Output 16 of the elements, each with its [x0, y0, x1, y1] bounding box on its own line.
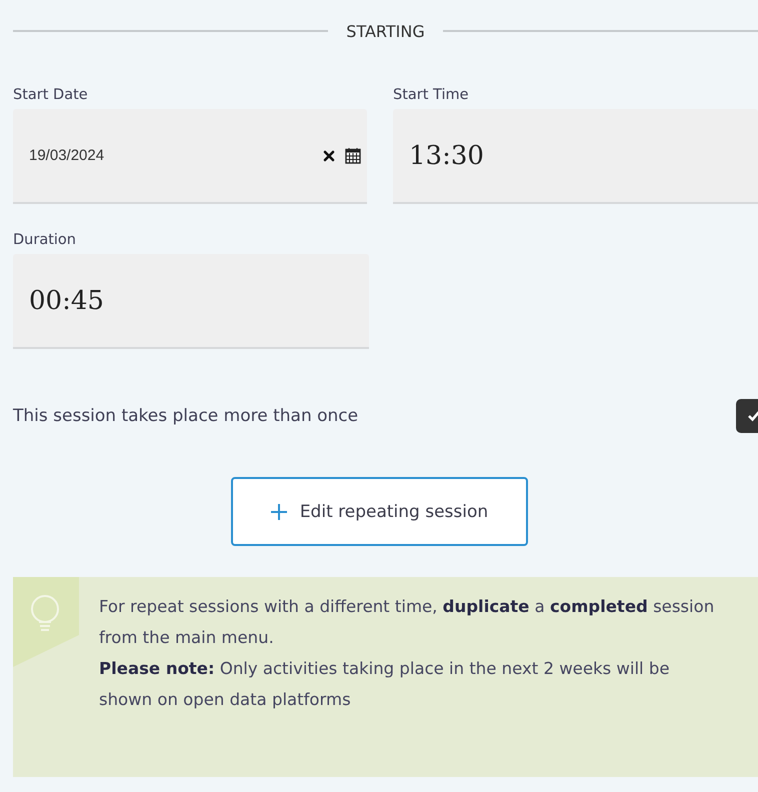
info-text: Please note: Only activities taking place in the next 2 weeks will be shown on open data platforms	[99, 658, 671, 711]
field-label: Start Date	[13, 87, 89, 103]
clear-icon[interactable]	[323, 150, 335, 162]
input-field[interactable]: 19/03/2024	[13, 109, 367, 204]
section-title: STARTING	[346, 22, 425, 40]
plus-icon	[270, 502, 288, 520]
info-text: For repeat sessions with a different time, duplicate a completed session from the main menu.	[99, 596, 716, 649]
check-icon	[747, 410, 758, 422]
calendar-icon[interactable]	[345, 147, 361, 164]
input-field[interactable]: 13:30	[393, 109, 758, 204]
edit-repeating-button[interactable]: Edit repeating session	[230, 477, 528, 546]
field-label: Start Time	[393, 87, 470, 103]
repeat-label: This session takes place more than once	[13, 406, 358, 426]
lightbulb-icon	[13, 577, 79, 667]
field-label: Duration	[13, 232, 77, 248]
input-field[interactable]: 00:45	[13, 254, 369, 349]
